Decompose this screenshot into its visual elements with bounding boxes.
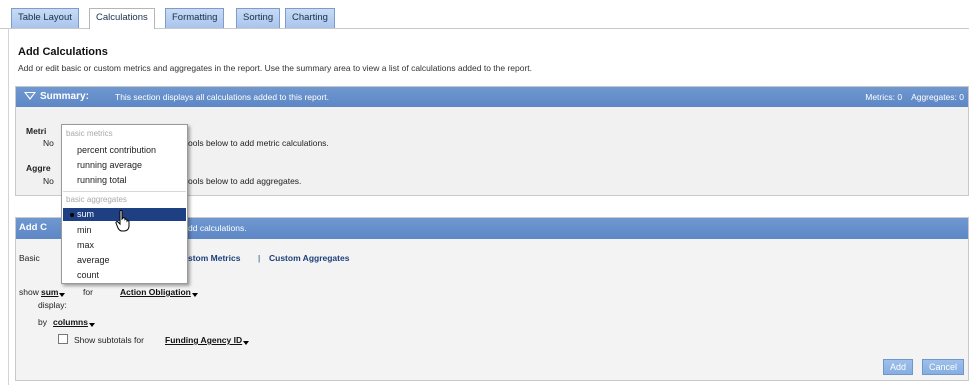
menu-group-basic-aggregates: basic aggregates [66, 195, 127, 204]
menu-item-max[interactable]: max [77, 240, 94, 250]
basic-label: Basic [19, 253, 40, 263]
add-calculations-description: dd calculations. [188, 223, 247, 233]
dropdown-arrow-icon [59, 293, 66, 297]
summary-description: This section displays all calculations a… [115, 92, 330, 102]
field-select[interactable]: Action Obligation [120, 287, 198, 297]
add-button[interactable]: Add [883, 359, 914, 375]
custom-metrics-link[interactable]: stom Metrics [188, 253, 240, 263]
page-description: Add or edit basic or custom metrics and … [18, 63, 533, 73]
summary-counts: Metrics: 0 Aggregates: 0 [865, 92, 964, 102]
hand-pointer-icon [115, 210, 130, 232]
menu-item-average[interactable]: average [77, 255, 110, 265]
aggregates-none-text: No [43, 176, 54, 186]
subtotals-field-value: Funding Agency ID [165, 335, 243, 345]
summary-header[interactable]: Summary: This section displays all calcu… [16, 87, 968, 107]
subtotals-label: Show subtotals for [74, 335, 144, 345]
dropdown-arrow-icon [243, 341, 250, 345]
display-label: display: [38, 300, 67, 310]
metrics-hint-text: ools below to add metric calculations. [188, 138, 329, 148]
add-calculations-title: Add C [19, 222, 47, 233]
menu-item-running-total[interactable]: running total [77, 175, 127, 185]
menu-divider [63, 191, 186, 192]
cancel-button[interactable]: Cancel [922, 359, 965, 375]
menu-item-sum-label: sum [77, 209, 95, 219]
show-label: show [19, 287, 39, 297]
calculation-dropdown-menu: basic metrics percent contribution runni… [61, 124, 188, 284]
by-label: by [38, 317, 47, 327]
summary-title: Summary: [40, 91, 89, 102]
custom-aggregates-link[interactable]: Custom Aggregates [269, 253, 349, 263]
metrics-label: Metri [26, 126, 47, 136]
tab-calculations[interactable]: Calculations [89, 8, 155, 29]
menu-item-sum[interactable]: sum [70, 209, 95, 219]
for-label: for [83, 287, 93, 297]
subtotals-checkbox[interactable] [58, 334, 68, 344]
menu-item-min[interactable]: min [77, 225, 92, 235]
tab-bar: Table Layout Calculations Formatting Sor… [0, 0, 969, 29]
aggregates-hint-text: ools below to add aggregates. [188, 176, 302, 186]
menu-item-running-average[interactable]: running average [77, 160, 142, 170]
aggregates-label: Aggre [26, 163, 51, 173]
subtotals-field-select[interactable]: Funding Agency ID [165, 335, 250, 345]
tab-charting[interactable]: Charting [285, 8, 335, 28]
dropdown-arrow-icon [191, 293, 198, 297]
menu-group-basic-metrics: basic metrics [66, 129, 113, 138]
metrics-none-text: No [43, 138, 54, 148]
link-separator: | [258, 253, 261, 263]
menu-item-count[interactable]: count [77, 270, 99, 280]
show-select-value: sum [41, 287, 59, 297]
display-by-value: columns [53, 317, 88, 327]
display-by-select[interactable]: columns [53, 317, 95, 327]
tab-sorting[interactable]: Sorting [236, 8, 281, 28]
field-select-value: Action Obligation [120, 287, 191, 297]
page-title: Add Calculations [18, 46, 108, 58]
show-select[interactable]: sum [41, 287, 66, 297]
dropdown-arrow-icon [88, 323, 95, 327]
collapse-chevron-icon[interactable] [24, 92, 36, 100]
metrics-count: Metrics: 0 [865, 92, 903, 102]
selected-bullet-icon [70, 213, 74, 217]
tab-table-layout[interactable]: Table Layout [11, 8, 79, 28]
menu-item-percent-contribution[interactable]: percent contribution [77, 145, 156, 155]
aggregates-count: Aggregates: 0 [911, 92, 964, 102]
tab-formatting[interactable]: Formatting [165, 8, 225, 28]
